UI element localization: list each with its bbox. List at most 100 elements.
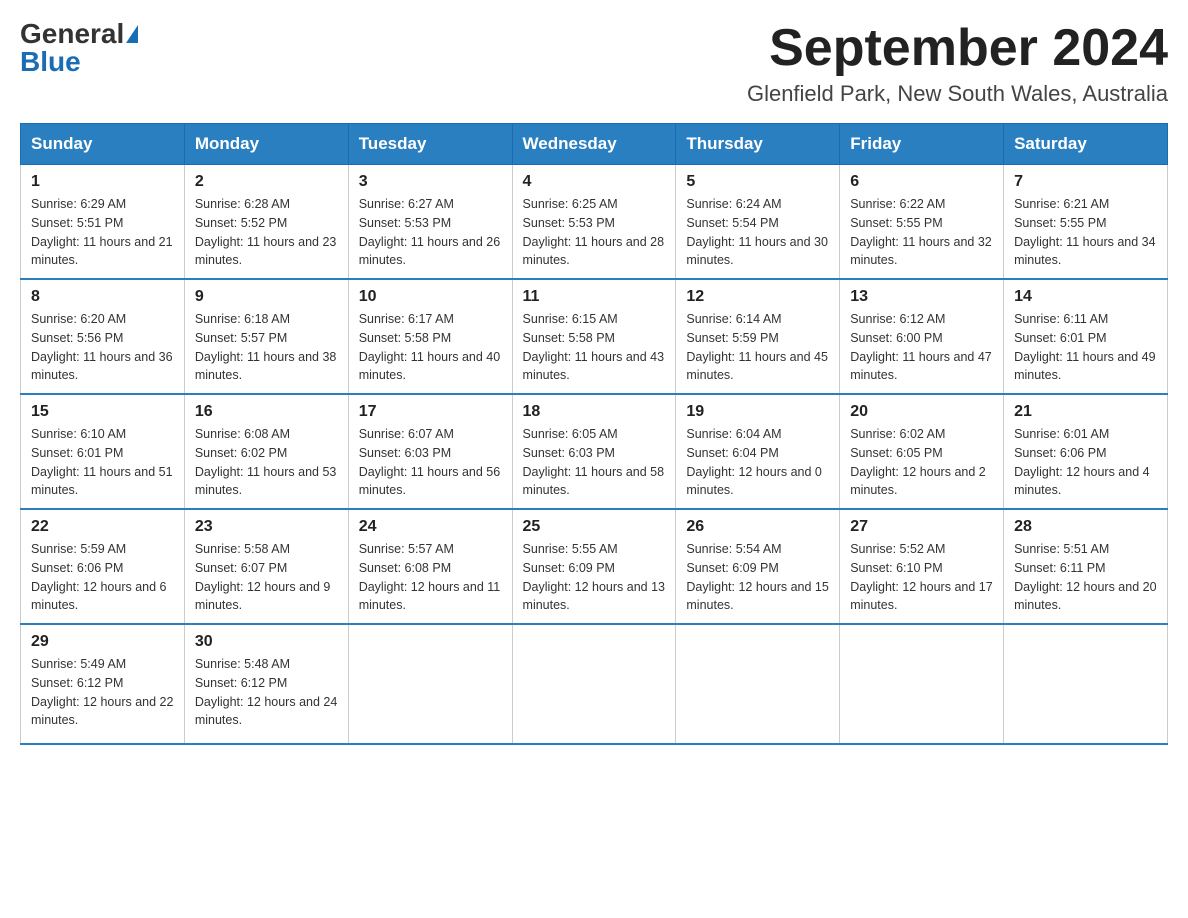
table-row: 3 Sunrise: 6:27 AMSunset: 5:53 PMDayligh… bbox=[348, 165, 512, 280]
days-header-row: Sunday Monday Tuesday Wednesday Thursday… bbox=[21, 124, 1168, 165]
day-info: Sunrise: 6:14 AMSunset: 5:59 PMDaylight:… bbox=[686, 312, 828, 382]
day-number: 26 bbox=[686, 518, 829, 536]
day-info: Sunrise: 6:07 AMSunset: 6:03 PMDaylight:… bbox=[359, 427, 501, 497]
table-row: 27 Sunrise: 5:52 AMSunset: 6:10 PMDaylig… bbox=[840, 509, 1004, 624]
header-wednesday: Wednesday bbox=[512, 124, 676, 165]
table-row: 1 Sunrise: 6:29 AMSunset: 5:51 PMDayligh… bbox=[21, 165, 185, 280]
day-number: 25 bbox=[523, 518, 666, 536]
day-number: 14 bbox=[1014, 288, 1157, 306]
day-info: Sunrise: 5:49 AMSunset: 6:12 PMDaylight:… bbox=[31, 657, 173, 727]
day-number: 4 bbox=[523, 173, 666, 191]
day-number: 3 bbox=[359, 173, 502, 191]
table-row: 8 Sunrise: 6:20 AMSunset: 5:56 PMDayligh… bbox=[21, 279, 185, 394]
day-number: 12 bbox=[686, 288, 829, 306]
day-info: Sunrise: 6:18 AMSunset: 5:57 PMDaylight:… bbox=[195, 312, 337, 382]
header-sunday: Sunday bbox=[21, 124, 185, 165]
table-row: 6 Sunrise: 6:22 AMSunset: 5:55 PMDayligh… bbox=[840, 165, 1004, 280]
table-row: 17 Sunrise: 6:07 AMSunset: 6:03 PMDaylig… bbox=[348, 394, 512, 509]
day-info: Sunrise: 6:24 AMSunset: 5:54 PMDaylight:… bbox=[686, 197, 828, 267]
table-row: 14 Sunrise: 6:11 AMSunset: 6:01 PMDaylig… bbox=[1004, 279, 1168, 394]
table-row bbox=[512, 624, 676, 744]
logo-blue-text: Blue bbox=[20, 48, 81, 76]
day-info: Sunrise: 6:21 AMSunset: 5:55 PMDaylight:… bbox=[1014, 197, 1156, 267]
day-info: Sunrise: 6:17 AMSunset: 5:58 PMDaylight:… bbox=[359, 312, 501, 382]
header-tuesday: Tuesday bbox=[348, 124, 512, 165]
day-info: Sunrise: 5:58 AMSunset: 6:07 PMDaylight:… bbox=[195, 542, 331, 612]
day-number: 21 bbox=[1014, 403, 1157, 421]
day-number: 13 bbox=[850, 288, 993, 306]
day-number: 18 bbox=[523, 403, 666, 421]
table-row: 22 Sunrise: 5:59 AMSunset: 6:06 PMDaylig… bbox=[21, 509, 185, 624]
day-info: Sunrise: 6:01 AMSunset: 6:06 PMDaylight:… bbox=[1014, 427, 1150, 497]
table-row bbox=[840, 624, 1004, 744]
table-row: 29 Sunrise: 5:49 AMSunset: 6:12 PMDaylig… bbox=[21, 624, 185, 744]
day-number: 27 bbox=[850, 518, 993, 536]
day-number: 1 bbox=[31, 173, 174, 191]
table-row: 15 Sunrise: 6:10 AMSunset: 6:01 PMDaylig… bbox=[21, 394, 185, 509]
day-number: 24 bbox=[359, 518, 502, 536]
table-row: 16 Sunrise: 6:08 AMSunset: 6:02 PMDaylig… bbox=[184, 394, 348, 509]
day-info: Sunrise: 5:57 AMSunset: 6:08 PMDaylight:… bbox=[359, 542, 501, 612]
day-info: Sunrise: 6:08 AMSunset: 6:02 PMDaylight:… bbox=[195, 427, 337, 497]
day-number: 20 bbox=[850, 403, 993, 421]
header-friday: Friday bbox=[840, 124, 1004, 165]
location-title: Glenfield Park, New South Wales, Austral… bbox=[747, 81, 1168, 107]
day-number: 17 bbox=[359, 403, 502, 421]
header-thursday: Thursday bbox=[676, 124, 840, 165]
day-info: Sunrise: 5:48 AMSunset: 6:12 PMDaylight:… bbox=[195, 657, 337, 727]
table-row: 30 Sunrise: 5:48 AMSunset: 6:12 PMDaylig… bbox=[184, 624, 348, 744]
day-number: 23 bbox=[195, 518, 338, 536]
table-row: 24 Sunrise: 5:57 AMSunset: 6:08 PMDaylig… bbox=[348, 509, 512, 624]
day-number: 19 bbox=[686, 403, 829, 421]
table-row: 5 Sunrise: 6:24 AMSunset: 5:54 PMDayligh… bbox=[676, 165, 840, 280]
table-row: 19 Sunrise: 6:04 AMSunset: 6:04 PMDaylig… bbox=[676, 394, 840, 509]
table-row: 11 Sunrise: 6:15 AMSunset: 5:58 PMDaylig… bbox=[512, 279, 676, 394]
day-number: 30 bbox=[195, 633, 338, 651]
day-number: 7 bbox=[1014, 173, 1157, 191]
day-number: 28 bbox=[1014, 518, 1157, 536]
table-row: 13 Sunrise: 6:12 AMSunset: 6:00 PMDaylig… bbox=[840, 279, 1004, 394]
logo-triangle-icon bbox=[126, 25, 138, 43]
day-info: Sunrise: 5:59 AMSunset: 6:06 PMDaylight:… bbox=[31, 542, 167, 612]
day-number: 8 bbox=[31, 288, 174, 306]
day-info: Sunrise: 6:10 AMSunset: 6:01 PMDaylight:… bbox=[31, 427, 173, 497]
table-row: 25 Sunrise: 5:55 AMSunset: 6:09 PMDaylig… bbox=[512, 509, 676, 624]
table-row bbox=[1004, 624, 1168, 744]
day-info: Sunrise: 6:12 AMSunset: 6:00 PMDaylight:… bbox=[850, 312, 992, 382]
table-row: 26 Sunrise: 5:54 AMSunset: 6:09 PMDaylig… bbox=[676, 509, 840, 624]
day-info: Sunrise: 6:11 AMSunset: 6:01 PMDaylight:… bbox=[1014, 312, 1156, 382]
day-info: Sunrise: 6:29 AMSunset: 5:51 PMDaylight:… bbox=[31, 197, 173, 267]
header: General Blue September 2024 Glenfield Pa… bbox=[20, 20, 1168, 107]
day-number: 6 bbox=[850, 173, 993, 191]
day-info: Sunrise: 5:51 AMSunset: 6:11 PMDaylight:… bbox=[1014, 542, 1156, 612]
table-row: 12 Sunrise: 6:14 AMSunset: 5:59 PMDaylig… bbox=[676, 279, 840, 394]
day-number: 2 bbox=[195, 173, 338, 191]
day-info: Sunrise: 6:02 AMSunset: 6:05 PMDaylight:… bbox=[850, 427, 986, 497]
day-number: 16 bbox=[195, 403, 338, 421]
table-row: 4 Sunrise: 6:25 AMSunset: 5:53 PMDayligh… bbox=[512, 165, 676, 280]
day-info: Sunrise: 6:25 AMSunset: 5:53 PMDaylight:… bbox=[523, 197, 665, 267]
day-number: 10 bbox=[359, 288, 502, 306]
day-info: Sunrise: 6:22 AMSunset: 5:55 PMDaylight:… bbox=[850, 197, 992, 267]
day-info: Sunrise: 6:20 AMSunset: 5:56 PMDaylight:… bbox=[31, 312, 173, 382]
day-info: Sunrise: 5:55 AMSunset: 6:09 PMDaylight:… bbox=[523, 542, 665, 612]
day-number: 29 bbox=[31, 633, 174, 651]
day-number: 11 bbox=[523, 288, 666, 306]
table-row: 23 Sunrise: 5:58 AMSunset: 6:07 PMDaylig… bbox=[184, 509, 348, 624]
table-row: 21 Sunrise: 6:01 AMSunset: 6:06 PMDaylig… bbox=[1004, 394, 1168, 509]
logo: General Blue bbox=[20, 20, 138, 76]
day-number: 5 bbox=[686, 173, 829, 191]
table-row: 28 Sunrise: 5:51 AMSunset: 6:11 PMDaylig… bbox=[1004, 509, 1168, 624]
header-monday: Monday bbox=[184, 124, 348, 165]
table-row: 7 Sunrise: 6:21 AMSunset: 5:55 PMDayligh… bbox=[1004, 165, 1168, 280]
calendar-table: Sunday Monday Tuesday Wednesday Thursday… bbox=[20, 123, 1168, 745]
table-row: 2 Sunrise: 6:28 AMSunset: 5:52 PMDayligh… bbox=[184, 165, 348, 280]
table-row: 10 Sunrise: 6:17 AMSunset: 5:58 PMDaylig… bbox=[348, 279, 512, 394]
logo-general-text: General bbox=[20, 20, 124, 48]
day-info: Sunrise: 5:54 AMSunset: 6:09 PMDaylight:… bbox=[686, 542, 828, 612]
day-info: Sunrise: 6:05 AMSunset: 6:03 PMDaylight:… bbox=[523, 427, 665, 497]
day-info: Sunrise: 6:28 AMSunset: 5:52 PMDaylight:… bbox=[195, 197, 337, 267]
day-info: Sunrise: 5:52 AMSunset: 6:10 PMDaylight:… bbox=[850, 542, 992, 612]
day-number: 15 bbox=[31, 403, 174, 421]
table-row: 9 Sunrise: 6:18 AMSunset: 5:57 PMDayligh… bbox=[184, 279, 348, 394]
